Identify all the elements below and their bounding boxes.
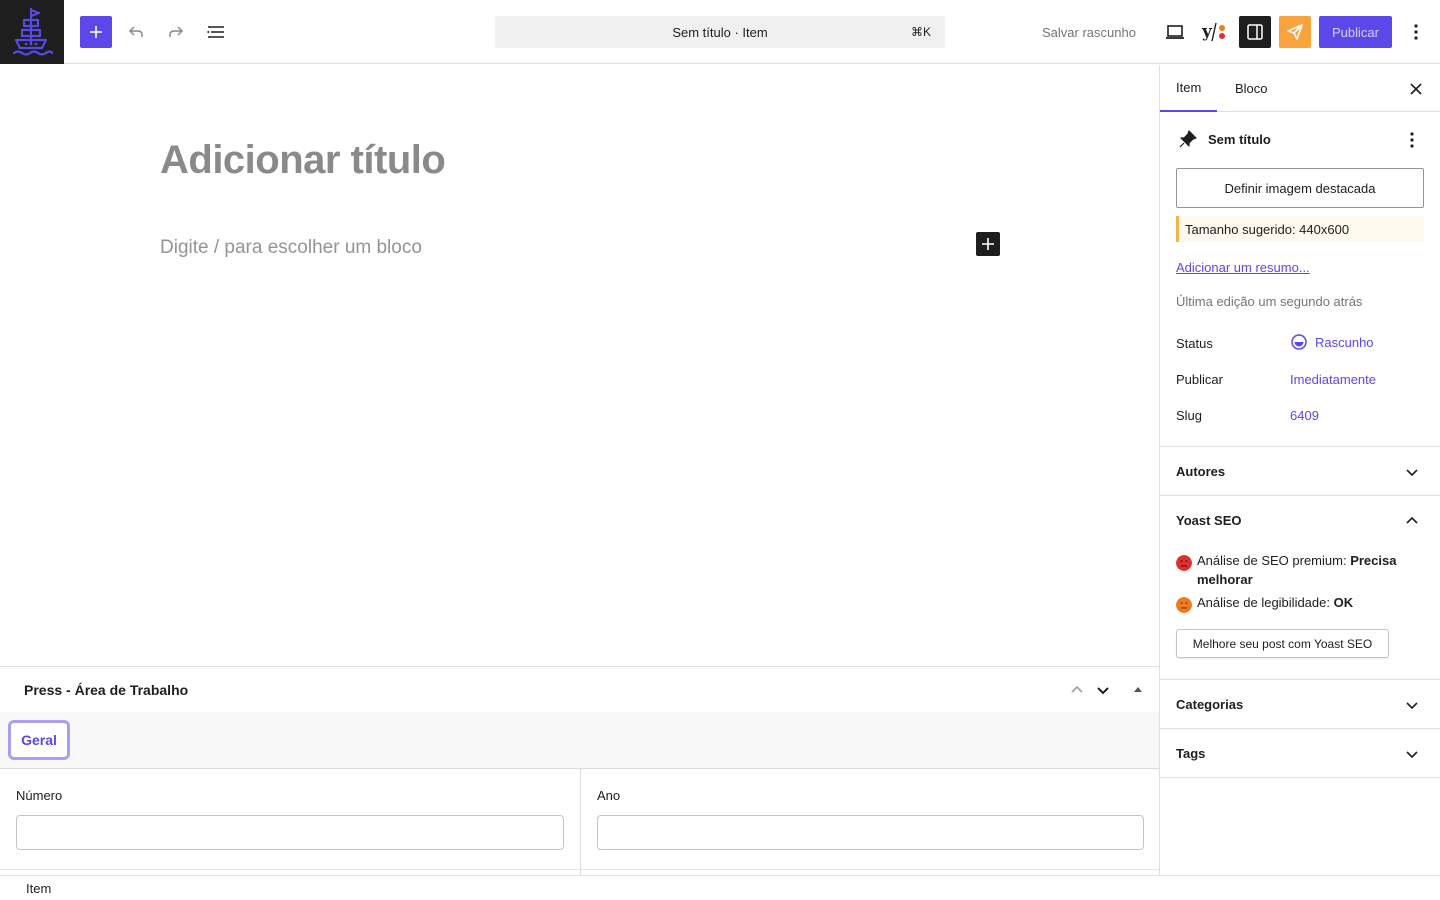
meta-box-title: Press - Área de Trabalho bbox=[24, 681, 189, 698]
meta-box-panel: Press - Área de Trabalho Geral Número An… bbox=[0, 666, 1159, 875]
ano-field-group: Ano bbox=[581, 769, 1159, 869]
yoast-title: Yoast SEO bbox=[1176, 512, 1242, 528]
chevron-down-icon bbox=[1400, 742, 1424, 766]
improve-with-yoast-button[interactable]: Melhore seu post com Yoast SEO bbox=[1176, 629, 1389, 658]
post-title: Sem título bbox=[1208, 132, 1271, 147]
redo-icon[interactable] bbox=[160, 16, 192, 48]
pin-icon bbox=[1177, 128, 1199, 153]
preview-desktop-icon[interactable] bbox=[1159, 16, 1191, 48]
ano-label: Ano bbox=[597, 788, 621, 803]
last-edit-text: Última edição um segundo atrás bbox=[1176, 294, 1363, 309]
sad-face-icon bbox=[1176, 555, 1192, 571]
send-plugin-icon[interactable] bbox=[1279, 16, 1311, 48]
status-value[interactable]: Rascunho bbox=[1290, 333, 1374, 351]
close-icon[interactable] bbox=[1404, 77, 1428, 101]
post-actions-menu-icon[interactable] bbox=[1401, 129, 1423, 151]
publish-date-value[interactable]: Imediatamente bbox=[1290, 372, 1376, 387]
chevron-down-icon[interactable] bbox=[1092, 679, 1114, 701]
command-palette-bar[interactable]: Sem título · Item ⌘K bbox=[495, 16, 945, 48]
publish-label: Publicar bbox=[1176, 372, 1223, 387]
tab-bloco[interactable]: Bloco bbox=[1235, 65, 1268, 112]
tags-title: Tags bbox=[1176, 745, 1206, 761]
settings-sidebar-toggle-icon[interactable] bbox=[1239, 16, 1271, 48]
readability-label: Análise de legibilidade: bbox=[1197, 595, 1334, 610]
collapse-triangle-icon[interactable] bbox=[1127, 679, 1149, 701]
numero-input[interactable] bbox=[16, 815, 564, 850]
seo-analysis-label: Análise de SEO premium: bbox=[1197, 553, 1351, 568]
post-summary-panel: Sem título Definir imagem destacada Tama… bbox=[1160, 112, 1440, 447]
autores-panel: Autores bbox=[1160, 447, 1440, 496]
yoast-panel-toggle[interactable]: Yoast SEO bbox=[1160, 496, 1440, 544]
draft-status-icon bbox=[1291, 334, 1307, 350]
options-menu-icon[interactable] bbox=[1400, 16, 1432, 48]
ano-input[interactable] bbox=[597, 815, 1144, 850]
neutral-face-icon bbox=[1176, 597, 1192, 613]
block-inserter-button[interactable] bbox=[80, 16, 112, 48]
meta-tabs: Geral bbox=[0, 712, 1159, 769]
status-value-text: Rascunho bbox=[1315, 334, 1374, 350]
set-featured-image-button[interactable]: Definir imagem destacada bbox=[1176, 168, 1424, 208]
save-draft-button[interactable]: Salvar rascunho bbox=[1034, 16, 1144, 48]
numero-label: Número bbox=[16, 788, 63, 803]
slug-label: Slug bbox=[1176, 408, 1203, 423]
categorias-title: Categorias bbox=[1176, 696, 1244, 712]
settings-sidebar: Item Bloco Sem título Definir imagem des… bbox=[1159, 65, 1440, 875]
fields-bottom-divider bbox=[0, 869, 1159, 870]
yoast-panel-body: Análise de SEO premium: Precisa melhorar… bbox=[1160, 544, 1440, 679]
autores-title: Autores bbox=[1176, 463, 1226, 479]
document-overview-icon[interactable] bbox=[200, 16, 232, 48]
block-breadcrumb: Item bbox=[0, 875, 1440, 900]
sidebar-tabs: Item Bloco bbox=[1160, 65, 1440, 112]
add-excerpt-link[interactable]: Adicionar um resumo... bbox=[1176, 260, 1310, 275]
publish-button[interactable]: Publicar bbox=[1319, 16, 1392, 48]
document-title: Sem título · Item bbox=[672, 24, 768, 40]
post-title-input[interactable]: Adicionar título bbox=[160, 138, 446, 183]
slug-value[interactable]: 6409 bbox=[1290, 408, 1319, 423]
status-label: Status bbox=[1176, 336, 1213, 351]
meta-fields: Número Ano bbox=[0, 769, 1159, 875]
tags-panel-toggle[interactable]: Tags bbox=[1160, 729, 1440, 777]
svg-text:y: y bbox=[1201, 22, 1213, 42]
yoast-panel: Yoast SEO Análise de SEO premium: Precis… bbox=[1160, 496, 1440, 680]
block-placeholder[interactable]: Digite / para escolher um bloco bbox=[160, 237, 422, 259]
readability-value: OK bbox=[1333, 595, 1354, 610]
seo-analysis-text: Análise de SEO premium: Precisa melhorar bbox=[1197, 551, 1417, 589]
yoast-icon[interactable]: y bbox=[1199, 16, 1231, 48]
meta-box-header: Press - Área de Trabalho bbox=[0, 667, 1159, 712]
chevron-down-icon bbox=[1400, 460, 1424, 484]
chevron-up-icon bbox=[1400, 509, 1424, 533]
shortcut-hint: ⌘K bbox=[910, 25, 931, 39]
numero-field-group: Número bbox=[0, 769, 580, 869]
site-logo-icon[interactable] bbox=[0, 0, 64, 64]
size-notice: Tamanho sugerido: 440x600 bbox=[1176, 216, 1424, 242]
tab-geral[interactable]: Geral bbox=[8, 720, 70, 760]
categorias-panel: Categorias bbox=[1160, 680, 1440, 729]
top-toolbar: Sem título · Item ⌘K Salvar rascunho y P… bbox=[0, 0, 1440, 64]
undo-icon[interactable] bbox=[120, 16, 152, 48]
breadcrumb-item[interactable]: Item bbox=[26, 881, 51, 896]
autores-panel-toggle[interactable]: Autores bbox=[1160, 447, 1440, 495]
tags-panel: Tags bbox=[1160, 729, 1440, 778]
chevron-up-icon[interactable] bbox=[1066, 679, 1088, 701]
add-block-button[interactable] bbox=[976, 232, 1000, 256]
readability-analysis-text: Análise de legibilidade: OK bbox=[1197, 593, 1417, 612]
tab-item[interactable]: Item bbox=[1160, 65, 1218, 112]
categorias-panel-toggle[interactable]: Categorias bbox=[1160, 680, 1440, 728]
chevron-down-icon bbox=[1400, 693, 1424, 717]
editor-canvas: Adicionar título Digite / para escolher … bbox=[0, 65, 1159, 666]
